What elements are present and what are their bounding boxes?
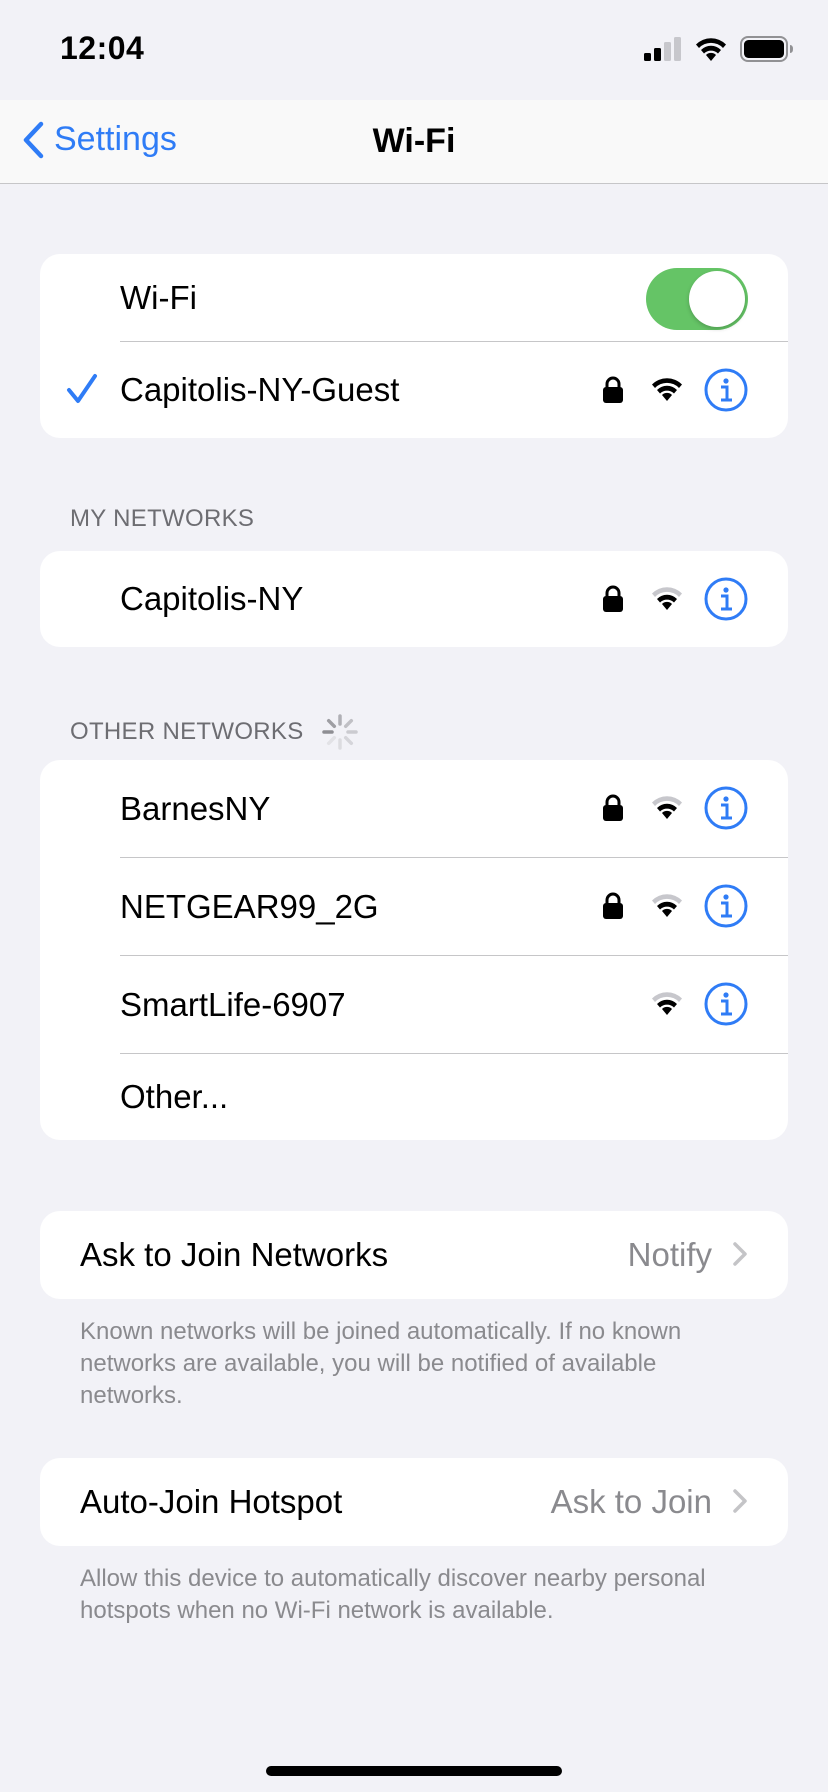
network-name: NETGEAR99_2G	[120, 888, 379, 925]
wifi-toggle-row: Wi-Fi	[40, 254, 788, 342]
home-indicator[interactable]	[266, 1766, 562, 1776]
lock-icon	[603, 794, 623, 821]
network-row[interactable]: NETGEAR99_2G	[40, 858, 788, 956]
auto-join-row[interactable]: Auto-Join Hotspot Ask to Join	[40, 1458, 788, 1546]
wifi-status-icon	[696, 38, 726, 61]
lock-icon	[603, 585, 623, 612]
my-networks-header: MY NETWORKS	[70, 505, 254, 533]
page-title: Wi-Fi	[372, 122, 456, 160]
ask-to-join-value: Notify	[627, 1236, 712, 1273]
network-name: SmartLife-6907	[120, 986, 346, 1023]
auto-join-note: Allow this device to automatically disco…	[80, 1565, 706, 1624]
other-network-label: Other...	[120, 1078, 229, 1115]
network-row[interactable]: SmartLife-6907	[40, 956, 788, 1054]
info-icon[interactable]	[704, 368, 748, 412]
connected-network-row[interactable]: Capitolis-NY-Guest	[40, 342, 788, 438]
info-icon[interactable]	[704, 577, 748, 621]
status-bar: 12:04	[0, 0, 828, 100]
network-name: BarnesNY	[120, 790, 271, 827]
info-icon[interactable]	[704, 982, 748, 1026]
lock-icon	[603, 376, 623, 403]
battery-icon	[740, 36, 793, 62]
other-networks-header-label: OTHER NETWORKS	[70, 718, 304, 745]
wifi-signal-icon	[652, 796, 682, 819]
my-networks-header-label: MY NETWORKS	[70, 505, 255, 532]
ask-to-join-label: Ask to Join Networks	[80, 1236, 389, 1273]
network-row[interactable]: Capitolis-NY	[40, 551, 788, 647]
network-name: Capitolis-NY	[120, 580, 304, 617]
navigation-bar: Settings Wi-Fi	[0, 100, 828, 184]
auto-join-value: Ask to Join	[550, 1483, 712, 1520]
auto-join-group: Auto-Join Hotspot Ask to Join	[40, 1458, 788, 1546]
chevron-right-icon	[733, 1489, 747, 1513]
cellular-signal-icon	[644, 37, 681, 61]
lock-icon	[603, 892, 623, 919]
status-time: 12:04	[60, 30, 145, 66]
wifi-signal-icon	[652, 992, 682, 1015]
info-icon[interactable]	[704, 884, 748, 928]
other-networks-header: OTHER NETWORKS	[70, 712, 360, 752]
other-network-row[interactable]: Other...	[40, 1054, 788, 1140]
wifi-signal-icon	[652, 378, 682, 401]
connected-network-name: Capitolis-NY-Guest	[120, 371, 400, 408]
ask-to-join-group: Ask to Join Networks Notify	[40, 1211, 788, 1299]
ask-to-join-note: Known networks will be joined automatica…	[80, 1318, 682, 1409]
info-icon[interactable]	[704, 786, 748, 830]
loading-spinner-icon	[321, 714, 358, 750]
wifi-toggle-label: Wi-Fi	[120, 279, 197, 316]
other-networks-group: BarnesNY NETGEAR99_2G SmartLife-6907 Oth…	[40, 760, 788, 1140]
status-icons	[644, 36, 794, 62]
network-row[interactable]: BarnesNY	[40, 760, 788, 858]
wifi-signal-icon	[652, 587, 682, 610]
ask-to-join-row[interactable]: Ask to Join Networks Notify	[40, 1211, 788, 1299]
my-networks-group: Capitolis-NY	[40, 551, 788, 647]
checkmark-icon	[67, 374, 97, 403]
wifi-toggle[interactable]	[646, 268, 748, 330]
auto-join-label: Auto-Join Hotspot	[80, 1483, 343, 1520]
wifi-signal-icon	[652, 894, 682, 917]
chevron-right-icon	[733, 1242, 747, 1266]
toggle-knob	[689, 271, 745, 327]
wifi-group: Wi-Fi Capitolis-NY-Guest	[40, 254, 788, 438]
